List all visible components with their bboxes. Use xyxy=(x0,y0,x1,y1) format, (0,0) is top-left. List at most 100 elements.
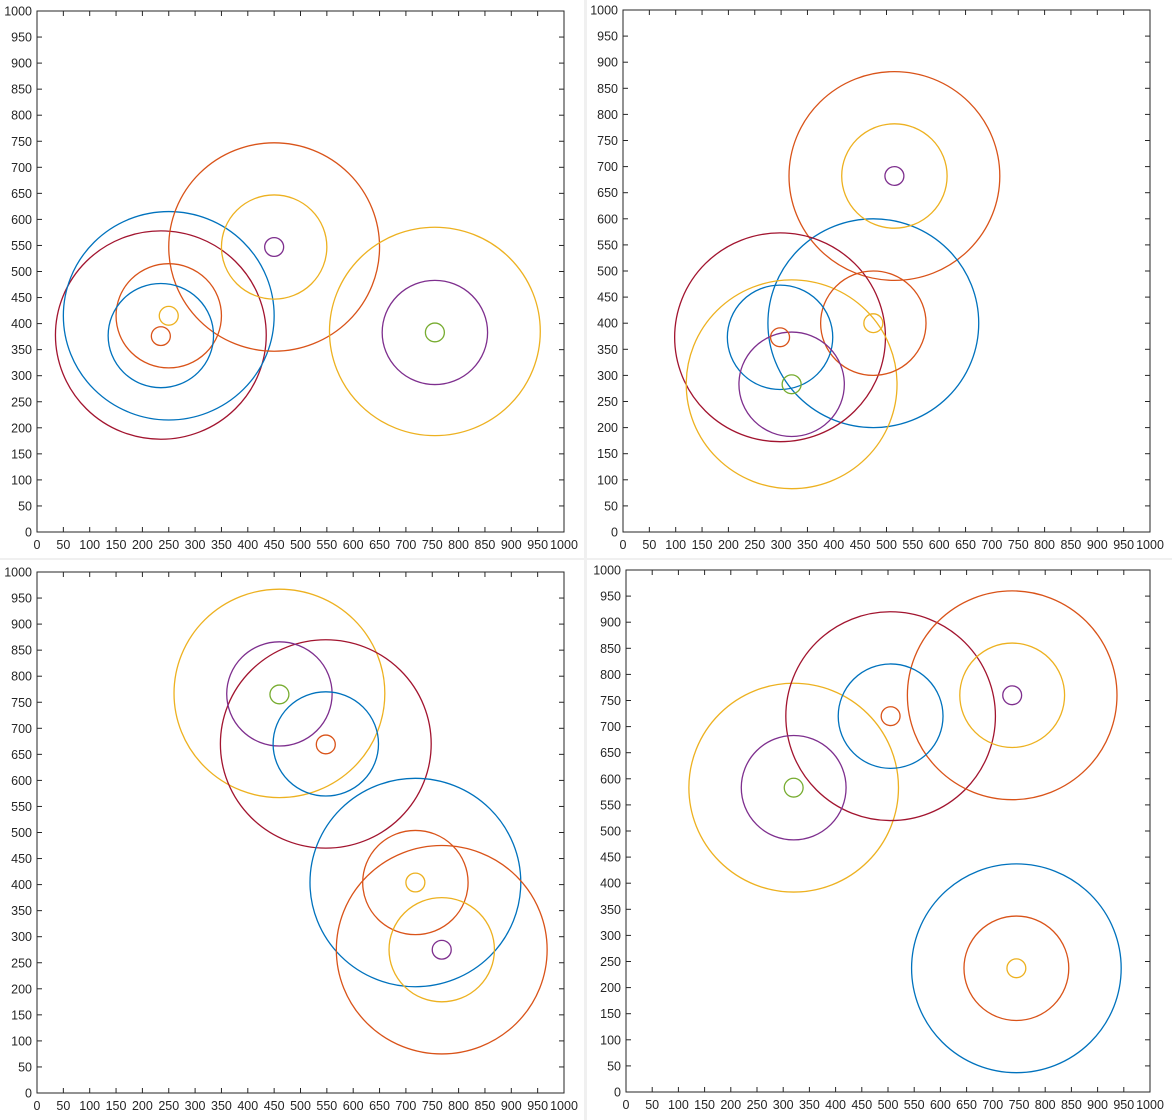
x-tick-label: 400 xyxy=(237,538,258,552)
x-tick-label: 950 xyxy=(1113,538,1134,552)
x-tick-label: 900 xyxy=(501,538,522,552)
x-tick-label: 650 xyxy=(369,538,390,552)
y-tick-label: 250 xyxy=(597,395,618,409)
x-tick-label: 100 xyxy=(79,1099,100,1113)
y-tick-label: 700 xyxy=(11,161,32,175)
y-tick-label: 850 xyxy=(11,83,32,97)
y-tick-label: 0 xyxy=(25,1087,32,1101)
y-tick-label: 700 xyxy=(11,722,32,736)
x-tick-label: 550 xyxy=(904,1098,925,1112)
y-tick-label: 350 xyxy=(11,343,32,357)
y-tick-label: 300 xyxy=(11,930,32,944)
y-tick-label: 650 xyxy=(11,187,32,201)
x-tick-label: 800 xyxy=(1034,538,1055,552)
y-tick-label: 800 xyxy=(597,108,618,122)
x-tick-label: 950 xyxy=(527,538,548,552)
y-tick-label: 700 xyxy=(600,720,621,734)
y-tick-label: 300 xyxy=(11,369,32,383)
y-tick-label: 1000 xyxy=(593,564,621,578)
y-tick-label: 550 xyxy=(11,239,32,253)
x-tick-label: 700 xyxy=(395,1099,416,1113)
y-tick-label: 50 xyxy=(607,1059,621,1073)
y-tick-label: 750 xyxy=(600,694,621,708)
y-tick-label: 750 xyxy=(11,135,32,149)
panel-background xyxy=(587,560,1172,1120)
y-tick-label: 100 xyxy=(11,473,32,487)
y-tick-label: 450 xyxy=(11,291,32,305)
y-tick-label: 250 xyxy=(600,955,621,969)
x-tick-label: 450 xyxy=(264,538,285,552)
x-tick-label: 350 xyxy=(211,1099,232,1113)
y-tick-label: 650 xyxy=(597,186,618,200)
y-tick-label: 150 xyxy=(597,447,618,461)
x-tick-label: 1000 xyxy=(1136,1098,1164,1112)
y-tick-label: 350 xyxy=(11,904,32,918)
x-tick-label: 600 xyxy=(343,538,364,552)
x-tick-label: 450 xyxy=(850,538,871,552)
y-tick-label: 400 xyxy=(597,317,618,331)
x-tick-label: 850 xyxy=(1061,1098,1082,1112)
x-tick-label: 450 xyxy=(851,1098,872,1112)
y-tick-label: 450 xyxy=(11,852,32,866)
y-tick-label: 650 xyxy=(11,748,32,762)
x-tick-label: 850 xyxy=(1061,538,1082,552)
y-tick-label: 450 xyxy=(597,291,618,305)
y-tick-label: 0 xyxy=(611,526,618,540)
x-tick-label: 200 xyxy=(132,538,153,552)
x-tick-label: 800 xyxy=(1035,1098,1056,1112)
x-tick-label: 150 xyxy=(106,1099,127,1113)
y-tick-label: 300 xyxy=(600,929,621,943)
y-tick-label: 500 xyxy=(600,825,621,839)
x-tick-label: 300 xyxy=(771,538,792,552)
y-tick-label: 950 xyxy=(600,590,621,604)
y-tick-label: 550 xyxy=(11,800,32,814)
x-tick-label: 500 xyxy=(876,538,897,552)
y-tick-label: 850 xyxy=(597,82,618,96)
x-tick-label: 700 xyxy=(981,538,1002,552)
y-tick-label: 50 xyxy=(18,1060,32,1074)
y-tick-label: 100 xyxy=(11,1034,32,1048)
x-tick-label: 0 xyxy=(620,538,627,552)
x-tick-label: 750 xyxy=(1008,538,1029,552)
x-tick-label: 950 xyxy=(1113,1098,1134,1112)
y-tick-label: 100 xyxy=(600,1033,621,1047)
x-tick-label: 250 xyxy=(158,1099,179,1113)
x-tick-label: 750 xyxy=(422,1099,443,1113)
x-tick-label: 800 xyxy=(448,538,469,552)
y-tick-label: 400 xyxy=(600,877,621,891)
x-tick-label: 650 xyxy=(956,1098,977,1112)
y-tick-label: 1000 xyxy=(590,4,618,18)
x-tick-label: 50 xyxy=(56,1099,70,1113)
x-tick-label: 650 xyxy=(369,1099,390,1113)
panel-2: 0 50 100 150 200 250 300 350 400 450 500 550 600 650 7… xyxy=(587,0,1172,558)
y-tick-label: 200 xyxy=(597,421,618,435)
y-tick-label: 750 xyxy=(11,696,32,710)
x-tick-label: 800 xyxy=(448,1099,469,1113)
x-tick-label: 950 xyxy=(527,1099,548,1113)
panel-background xyxy=(0,0,584,558)
y-tick-label: 750 xyxy=(597,134,618,148)
y-tick-label: 400 xyxy=(11,878,32,892)
x-tick-label: 250 xyxy=(747,1098,768,1112)
x-tick-label: 150 xyxy=(106,538,127,552)
x-tick-label: 200 xyxy=(720,1098,741,1112)
y-tick-label: 600 xyxy=(600,772,621,786)
x-tick-label: 650 xyxy=(955,538,976,552)
x-tick-label: 200 xyxy=(718,538,739,552)
x-tick-label: 750 xyxy=(1009,1098,1030,1112)
y-tick-label: 550 xyxy=(600,798,621,812)
x-tick-label: 150 xyxy=(692,538,713,552)
x-tick-label: 700 xyxy=(395,538,416,552)
y-tick-label: 550 xyxy=(597,238,618,252)
x-tick-label: 0 xyxy=(34,538,41,552)
x-tick-label: 550 xyxy=(902,538,923,552)
x-tick-label: 350 xyxy=(211,538,232,552)
y-tick-label: 800 xyxy=(600,668,621,682)
x-tick-label: 100 xyxy=(79,538,100,552)
y-tick-label: 150 xyxy=(600,1007,621,1021)
y-tick-label: 250 xyxy=(11,395,32,409)
x-tick-label: 600 xyxy=(930,1098,951,1112)
figure-canvas: 0 50 100 150 200 250 300 350 400 450 500 550 600 650 7… xyxy=(0,0,1172,1120)
x-tick-label: 450 xyxy=(264,1099,285,1113)
y-tick-label: 700 xyxy=(597,160,618,174)
